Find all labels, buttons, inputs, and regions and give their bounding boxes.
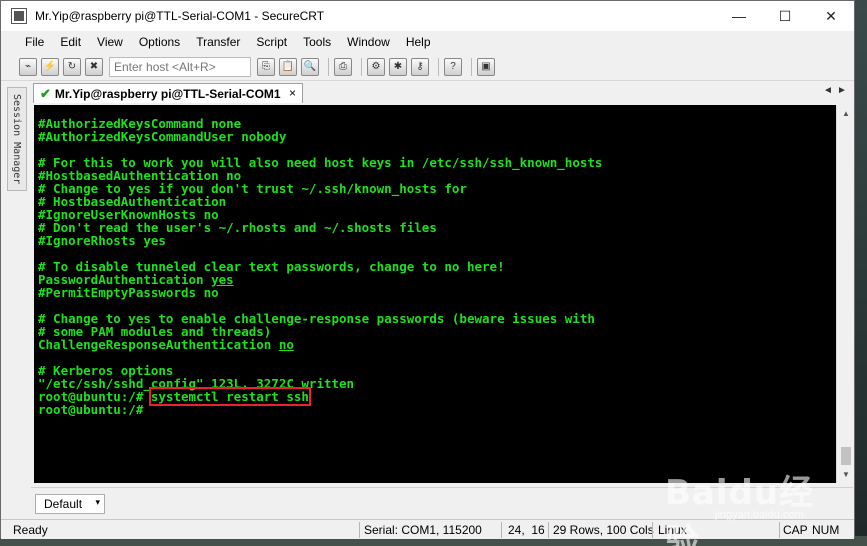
- status-divider: [652, 522, 653, 538]
- status-size: 29 Rows, 100 Cols: [553, 523, 654, 537]
- status-os: Linux: [658, 523, 687, 537]
- copy-icon[interactable]: ⎘: [257, 57, 275, 76]
- reconnect-icon[interactable]: ↻: [63, 57, 81, 76]
- default-label: Default: [44, 497, 83, 511]
- menu-help[interactable]: Help: [398, 35, 439, 49]
- terminal-text: #PermitEmptyPasswords no: [38, 285, 219, 300]
- terminal-scrollbar[interactable]: ▲ ▼: [836, 105, 854, 483]
- disconnect-icon[interactable]: ✖: [85, 57, 103, 76]
- menu-window[interactable]: Window: [339, 35, 398, 49]
- securecrt-window: Mr.Yip@raspberry pi@TTL-Serial-COM1 - Se…: [0, 0, 855, 539]
- menu-options[interactable]: Options: [131, 35, 188, 49]
- menu-view[interactable]: View: [89, 35, 131, 49]
- help-icon[interactable]: ?: [444, 57, 462, 76]
- toolbar: ⌁ ⚡ ↻ ✖ ⎘ 📋 🔍 ⎙ ⚙ ✱ ⚷ ? ▣: [1, 53, 854, 81]
- status-divider: [501, 522, 502, 538]
- toolbar-separator: [361, 57, 362, 76]
- scrollbar-thumb[interactable]: [841, 447, 851, 465]
- print-icon[interactable]: ⎙: [334, 57, 352, 76]
- session-options-icon[interactable]: ⚙: [367, 57, 385, 76]
- global-options-icon[interactable]: ✱: [389, 57, 407, 76]
- menu-tools[interactable]: Tools: [295, 35, 339, 49]
- sftp-icon[interactable]: ▣: [477, 57, 495, 76]
- status-divider: [779, 522, 780, 538]
- highlighted-command: systemctl restart ssh: [148, 387, 311, 406]
- terminal-text: no: [278, 337, 294, 352]
- status-divider: [359, 522, 360, 538]
- title-bar: Mr.Yip@raspberry pi@TTL-Serial-COM1 - Se…: [1, 1, 854, 31]
- session-tab[interactable]: ✔ Mr.Yip@raspberry pi@TTL-Serial-COM1 ×: [33, 83, 303, 103]
- status-cap: CAP: [783, 523, 808, 537]
- status-bar: Ready Serial: COM1, 115200 24, 16 29 Row…: [1, 519, 854, 539]
- terminal-text: root@ubuntu:/#: [38, 402, 151, 417]
- terminal-text: ChallengeResponseAuthentication: [38, 337, 279, 352]
- maximize-button[interactable]: ☐: [762, 1, 808, 31]
- minimize-button[interactable]: —: [716, 1, 762, 31]
- tab-close-icon[interactable]: ×: [289, 86, 296, 100]
- paste-icon[interactable]: 📋: [279, 57, 297, 76]
- keymap-icon[interactable]: ⚷: [411, 57, 429, 76]
- menu-bar: File Edit View Options Transfer Script T…: [1, 31, 854, 53]
- status-cursor: 24, 16: [508, 523, 545, 537]
- window-controls: — ☐ ✕: [716, 1, 854, 31]
- connect-icon[interactable]: ⌁: [19, 57, 37, 76]
- menu-script[interactable]: Script: [248, 35, 295, 49]
- menu-transfer[interactable]: Transfer: [188, 35, 248, 49]
- host-input[interactable]: [109, 56, 251, 77]
- terminal-text: #IgnoreRhosts yes: [38, 233, 166, 248]
- connected-check-icon: ✔: [40, 85, 51, 101]
- toolbar-separator: [471, 57, 472, 76]
- quick-connect-icon[interactable]: ⚡: [41, 57, 59, 76]
- terminal-line: #IgnoreRhosts yes: [38, 234, 602, 247]
- terminal-line: #AuthorizedKeysCommandUser nobody: [38, 130, 602, 143]
- find-icon[interactable]: 🔍: [301, 57, 319, 76]
- command-bar: Default ▾: [31, 487, 853, 519]
- session-tab-label: Mr.Yip@raspberry pi@TTL-Serial-COM1: [54, 86, 281, 101]
- terminal-line: #PermitEmptyPasswords no: [38, 286, 602, 299]
- app-icon: [11, 8, 27, 24]
- scroll-down-icon[interactable]: ▼: [837, 466, 855, 483]
- window-title: Mr.Yip@raspberry pi@TTL-Serial-COM1 - Se…: [35, 9, 325, 23]
- session-tab-strip: ✔ Mr.Yip@raspberry pi@TTL-Serial-COM1 × …: [31, 81, 849, 103]
- chevron-down-icon: ▾: [95, 497, 100, 507]
- terminal-line: root@ubuntu:/#: [38, 403, 602, 416]
- tab-scroll-right-icon[interactable]: ►: [837, 85, 847, 96]
- status-num: NUM: [812, 523, 840, 537]
- terminal-output: #AuthorizedKeysCommand none #AuthorizedKe…: [38, 117, 602, 416]
- toolbar-separator: [328, 57, 329, 76]
- status-ready: Ready: [13, 523, 48, 537]
- scroll-up-icon[interactable]: ▲: [837, 105, 855, 122]
- close-button[interactable]: ✕: [808, 1, 854, 31]
- menu-edit[interactable]: Edit: [52, 35, 89, 49]
- default-button-bar-select[interactable]: Default ▾: [35, 494, 105, 514]
- status-divider: [548, 522, 549, 538]
- session-manager-label: Session Manager: [11, 94, 22, 185]
- toolbar-separator: [438, 57, 439, 76]
- menu-file[interactable]: File: [17, 35, 52, 49]
- terminal-line: ChallengeResponseAuthentication no: [38, 338, 602, 351]
- status-serial: Serial: COM1, 115200: [364, 523, 482, 537]
- terminal-text: #AuthorizedKeysCommandUser nobody: [38, 129, 287, 144]
- terminal-screen[interactable]: #AuthorizedKeysCommand none #AuthorizedKe…: [34, 105, 836, 483]
- session-manager-tab[interactable]: Session Manager: [7, 87, 27, 191]
- tab-scroll-left-icon[interactable]: ◄: [823, 85, 833, 96]
